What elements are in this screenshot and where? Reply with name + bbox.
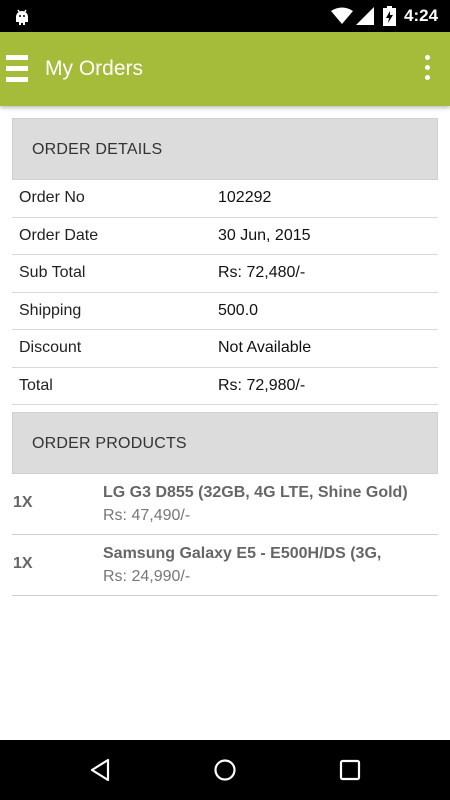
detail-label: Total	[19, 376, 53, 394]
app-bar: My Orders	[0, 32, 450, 106]
product-price: Rs: 24,990/-	[103, 568, 191, 585]
product-name: LG G3 D855 (32GB, 4G LTE, Shine Gold)	[103, 484, 408, 501]
detail-row-shipping: Shipping 500.0	[12, 293, 438, 330]
product-quantity: 1X	[13, 494, 33, 511]
detail-value: Rs: 72,980/-	[218, 376, 306, 394]
wifi-icon	[331, 7, 353, 30]
product-item[interactable]: 1X Samsung Galaxy E5 - E500H/DS (3G, Rs:…	[12, 535, 438, 596]
detail-value: 500.0	[218, 301, 259, 319]
detail-row-discount: Discount Not Available	[12, 330, 438, 368]
android-icon	[12, 6, 32, 31]
detail-value: 30 Jun, 2015	[218, 226, 311, 244]
detail-label: Order No	[19, 189, 85, 207]
order-content: ORDER DETAILS Order No 102292 Order Date…	[12, 118, 438, 596]
detail-row-total: Total Rs: 72,980/-	[12, 368, 438, 405]
detail-row-order-no: Order No 102292	[12, 180, 438, 218]
overflow-menu-icon[interactable]	[420, 55, 434, 85]
navigation-bar	[0, 740, 450, 800]
product-name: Samsung Galaxy E5 - E500H/DS (3G,	[103, 545, 382, 562]
status-bar: 4:24	[0, 0, 450, 32]
order-products-header: ORDER PRODUCTS	[12, 412, 438, 474]
battery-charging-icon	[383, 6, 396, 31]
back-icon[interactable]	[88, 758, 112, 787]
detail-value: Rs: 72,480/-	[218, 264, 306, 282]
recent-apps-icon[interactable]	[339, 759, 361, 786]
order-details-header: ORDER DETAILS	[12, 118, 438, 180]
detail-label: Sub Total	[19, 264, 86, 282]
clock-time: 4:24	[404, 6, 439, 25]
detail-label: Shipping	[19, 301, 82, 319]
product-quantity: 1X	[13, 555, 33, 572]
home-icon[interactable]	[213, 758, 237, 787]
detail-row-sub-total: Sub Total Rs: 72,480/-	[12, 255, 438, 293]
detail-label: Order Date	[19, 226, 99, 244]
detail-value: Not Available	[218, 339, 312, 357]
detail-label: Discount	[19, 339, 82, 357]
page-title: My Orders	[45, 57, 144, 80]
detail-row-order-date: Order Date 30 Jun, 2015	[12, 218, 438, 255]
product-item[interactable]: 1X LG G3 D855 (32GB, 4G LTE, Shine Gold)…	[12, 474, 438, 535]
detail-value: 102292	[218, 189, 272, 207]
signal-icon	[356, 7, 374, 30]
menu-icon[interactable]	[6, 55, 28, 85]
product-price: Rs: 47,490/-	[103, 507, 191, 524]
